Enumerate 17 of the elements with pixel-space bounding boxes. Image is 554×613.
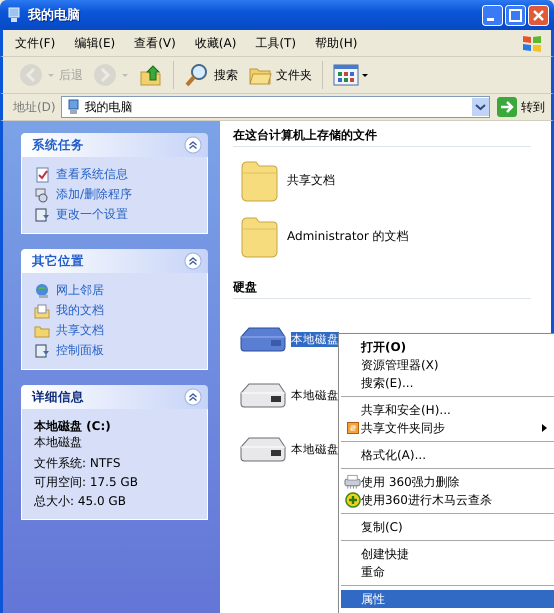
address-label: 地址(D) <box>13 98 56 116</box>
panel-title: 系统任务 <box>32 136 84 154</box>
item-label: 本地磁盘 <box>291 388 339 402</box>
drive-type: 本地磁盘 <box>34 434 83 450</box>
section-heading: 硬盘 <box>233 273 531 299</box>
detail-line: 可用空间: 17.5 GB <box>34 474 139 490</box>
item-label: 共享文档 <box>287 172 335 188</box>
window-title: 我的电脑 <box>28 6 81 24</box>
panel-title: 详细信息 <box>32 388 84 406</box>
detail-line: 总大小: 45.0 GB <box>34 493 127 509</box>
item-label: Administrator 的文档 <box>287 228 409 244</box>
item-label: 本地磁盘 <box>291 442 339 456</box>
drive-name: 本地磁盘 (C:) <box>34 418 112 434</box>
panel-title: 其它位置 <box>32 252 84 270</box>
section-heading: 在这台计算机上存储的文件 <box>233 121 531 147</box>
item-label: 本地磁盘 <box>291 332 339 346</box>
detail-line: 文件系统: NTFS <box>34 455 122 471</box>
